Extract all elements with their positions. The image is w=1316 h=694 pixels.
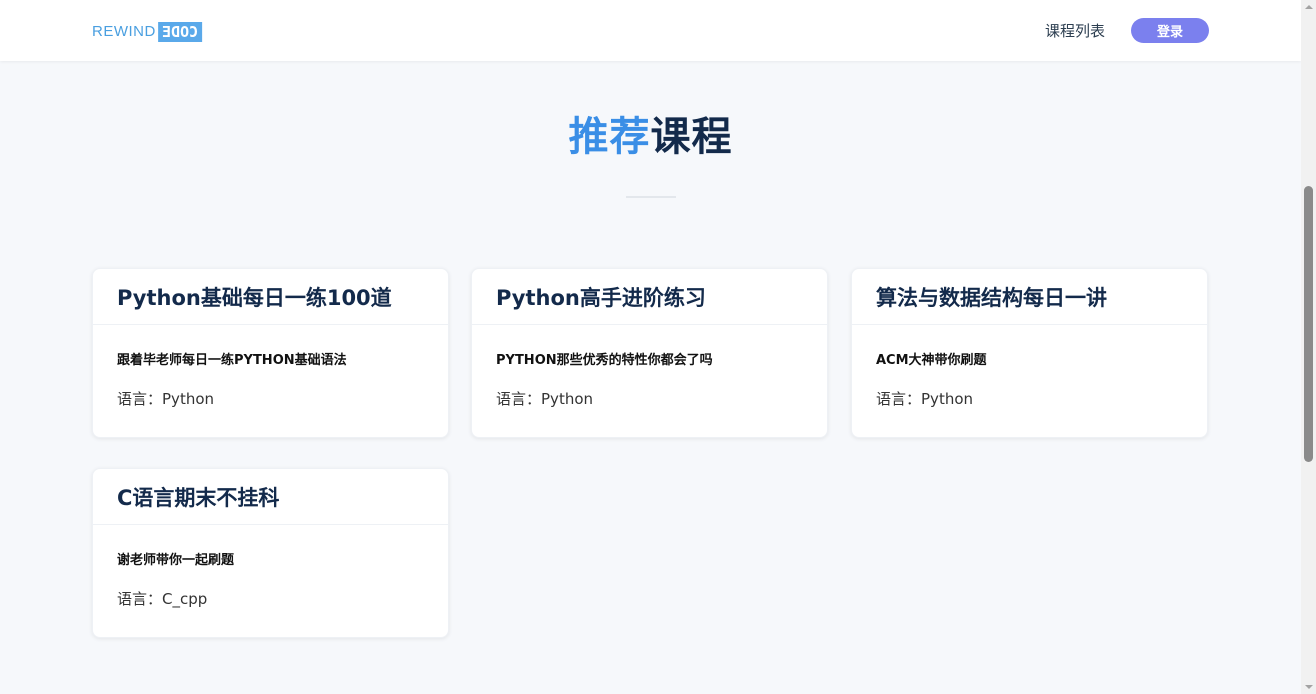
course-language-label: 语言： — [496, 390, 542, 408]
course-card[interactable]: Python基础每日一练100道 跟着毕老师每日一练PYTHON基础语法 语言：… — [92, 268, 449, 438]
course-card-body: PYTHON那些优秀的特性你都会了吗 语言：Python — [472, 349, 827, 409]
course-card[interactable]: Python高手进阶练习 PYTHON那些优秀的特性你都会了吗 语言：Pytho… — [471, 268, 828, 438]
top-navbar: REWIND CODE 课程列表 登录 — [0, 0, 1301, 61]
section-title-accent: 推荐 — [568, 114, 651, 160]
course-language: 语言：Python — [876, 388, 1183, 409]
course-card-body: 跟着毕老师每日一练PYTHON基础语法 语言：Python — [93, 349, 448, 409]
nav-course-list-link[interactable]: 课程列表 — [1045, 20, 1105, 41]
course-description: 跟着毕老师每日一练PYTHON基础语法 — [117, 353, 347, 368]
course-language: 语言：Python — [117, 388, 424, 409]
course-card[interactable]: 算法与数据结构每日一讲 ACM大神带你刷题 语言：Python — [851, 268, 1208, 438]
vertical-scrollbar[interactable] — [1301, 0, 1316, 694]
course-card-body: ACM大神带你刷题 语言：Python — [852, 349, 1207, 409]
course-card-header: Python基础每日一练100道 — [93, 269, 448, 325]
course-language-label: 语言： — [117, 390, 163, 408]
site-logo[interactable]: REWIND CODE — [92, 21, 202, 42]
login-button[interactable]: 登录 — [1131, 18, 1209, 43]
title-divider — [626, 196, 676, 198]
course-language: 语言：Python — [496, 388, 803, 409]
course-language-value: Python — [162, 390, 215, 408]
scrollbar-thumb[interactable] — [1304, 186, 1313, 462]
course-description: 谢老师带你一起刷题 — [117, 553, 235, 568]
course-description: ACM大神带你刷题 — [876, 353, 987, 368]
page: REWIND CODE 课程列表 登录 推荐课程 Python基础每日一练100… — [0, 0, 1316, 694]
course-language-value: C_cpp — [162, 590, 208, 608]
course-card-header: C语言期末不挂科 — [93, 469, 448, 525]
course-card-header: 算法与数据结构每日一讲 — [852, 269, 1207, 325]
scroll-up-arrow-icon[interactable] — [1305, 5, 1313, 9]
course-language-value: Python — [921, 390, 974, 408]
course-language-label: 语言： — [876, 390, 922, 408]
course-title[interactable]: 算法与数据结构每日一讲 — [876, 282, 1207, 312]
course-language-value: Python — [541, 390, 594, 408]
course-card[interactable]: C语言期末不挂科 谢老师带你一起刷题 语言：C_cpp — [92, 468, 449, 638]
course-title[interactable]: Python高手进阶练习 — [496, 282, 827, 312]
logo-text-rewind: REWIND — [92, 23, 156, 40]
logo-text-code: CODE — [157, 21, 202, 42]
course-card-header: Python高手进阶练习 — [472, 269, 827, 325]
course-card-body: 谢老师带你一起刷题 语言：C_cpp — [93, 549, 448, 609]
course-title[interactable]: Python基础每日一练100道 — [117, 282, 448, 312]
course-title[interactable]: C语言期末不挂科 — [117, 482, 448, 512]
scroll-down-arrow-icon[interactable] — [1305, 685, 1313, 689]
course-language-label: 语言： — [117, 590, 163, 608]
course-language: 语言：C_cpp — [117, 588, 424, 609]
section-title: 推荐课程 — [0, 104, 1301, 162]
section-title-rest: 课程 — [650, 114, 733, 160]
course-description: PYTHON那些优秀的特性你都会了吗 — [496, 353, 713, 368]
